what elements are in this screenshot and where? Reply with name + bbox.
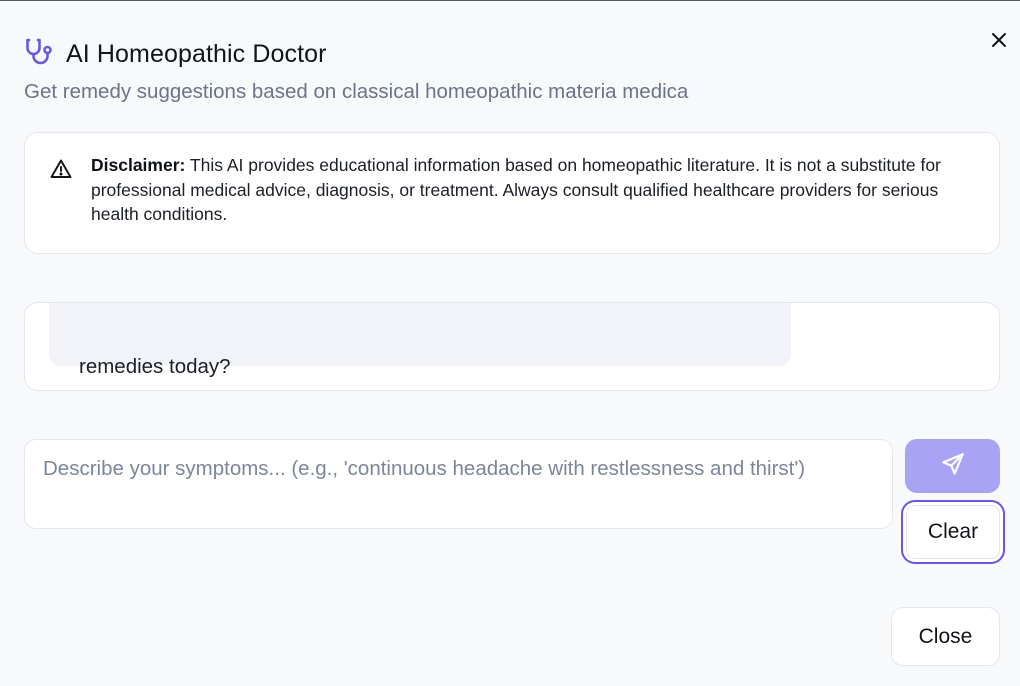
dialog-subtitle: Get remedy suggestions based on classica… [24, 80, 689, 103]
warning-icon [49, 157, 73, 181]
close-button[interactable]: Close [891, 607, 1000, 666]
disclaimer-box: Disclaimer: This AI provides educational… [24, 132, 1000, 254]
send-icon [940, 451, 966, 482]
disclaimer-body: This AI provides educational information… [91, 155, 941, 224]
dialog-title: AI Homeopathic Doctor [66, 40, 327, 68]
homeopathic-doctor-dialog: AI Homeopathic Doctor Get remedy suggest… [0, 0, 1020, 686]
disclaimer-label: Disclaimer: [91, 155, 186, 175]
chat-messages-area[interactable]: remedies today? [24, 302, 1000, 391]
disclaimer-text: Disclaimer: This AI provides educational… [91, 153, 971, 227]
symptoms-input[interactable] [43, 454, 874, 514]
assistant-message-text: remedies today? [79, 355, 231, 378]
symptoms-input-box [24, 439, 893, 529]
send-button[interactable] [905, 439, 1000, 493]
stethoscope-icon [24, 37, 54, 72]
close-icon[interactable] [986, 27, 1012, 53]
clear-button[interactable]: Clear [901, 500, 1005, 564]
dialog-header: AI Homeopathic Doctor [24, 37, 327, 72]
